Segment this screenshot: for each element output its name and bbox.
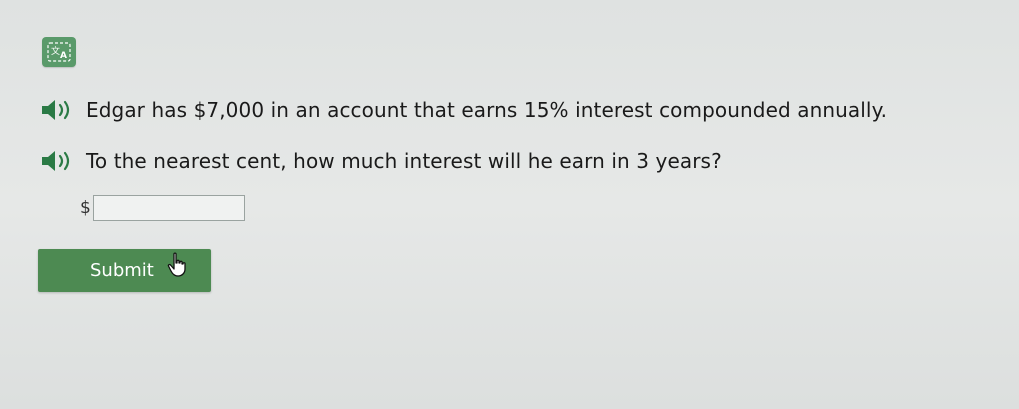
- translate-button[interactable]: 文 A: [42, 37, 76, 67]
- speaker-icon: [42, 100, 70, 120]
- question-text-2: To the nearest cent, how much interest w…: [86, 149, 722, 173]
- speaker-button-line-1[interactable]: [40, 97, 82, 123]
- translate-icon: 文 A: [47, 42, 71, 62]
- currency-symbol: $: [80, 198, 91, 218]
- svg-text:A: A: [60, 51, 67, 61]
- speaker-icon: [42, 151, 70, 171]
- hand-pointer-icon: [167, 252, 186, 277]
- question-line-2: To the nearest cent, how much interest w…: [40, 148, 722, 174]
- svg-text:文: 文: [51, 45, 60, 57]
- answer-row: $: [80, 195, 245, 221]
- speaker-button-line-2[interactable]: [40, 148, 82, 174]
- question-text-1: Edgar has $7,000 in an account that earn…: [86, 98, 888, 122]
- answer-input[interactable]: [92, 195, 245, 221]
- question-line-1: Edgar has $7,000 in an account that earn…: [40, 97, 887, 123]
